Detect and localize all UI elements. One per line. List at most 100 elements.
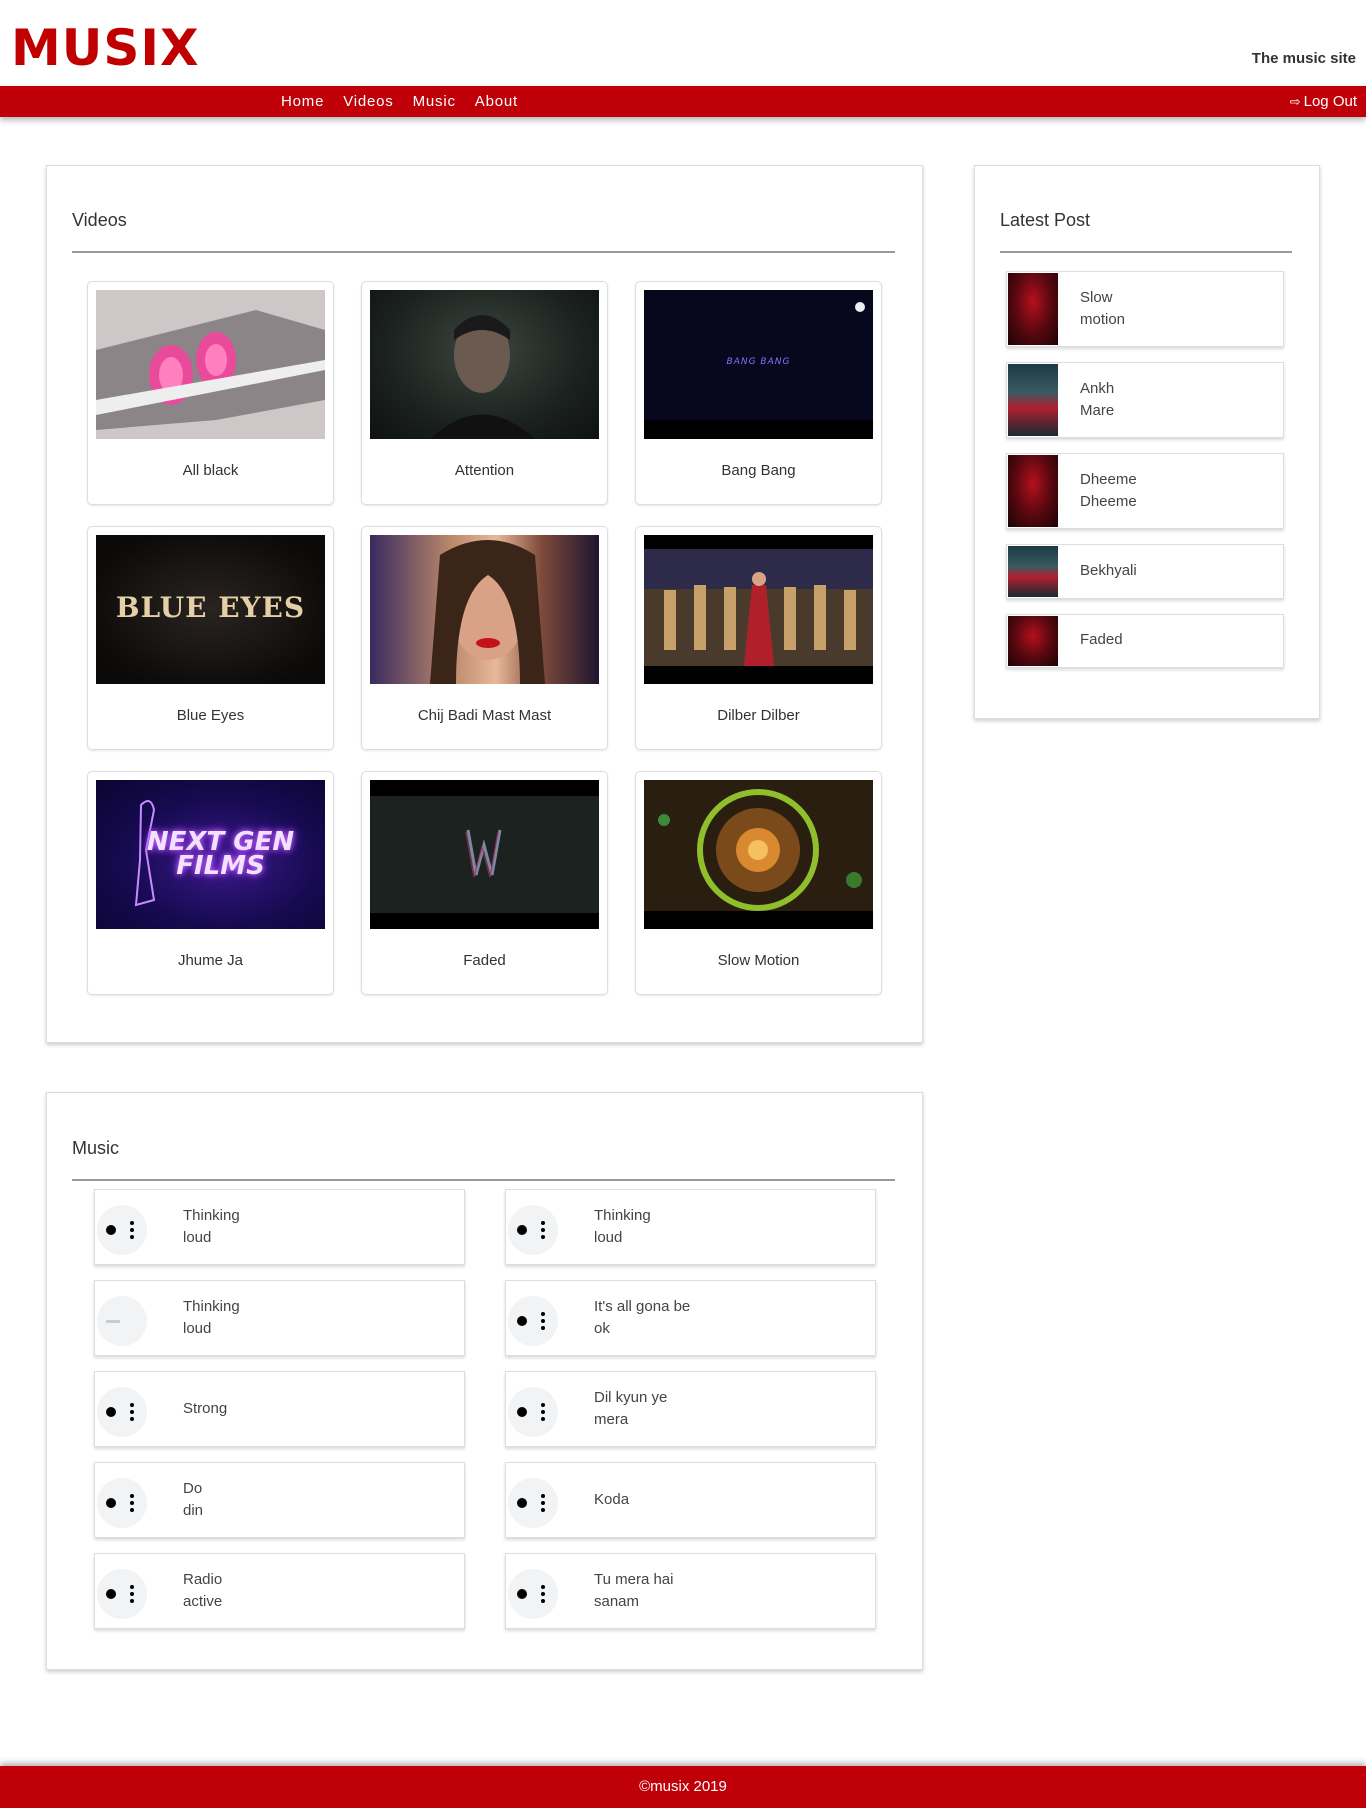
video-label: Slow Motion bbox=[717, 952, 800, 969]
video-card[interactable]: Slow Motion bbox=[635, 771, 882, 995]
more-options-icon[interactable] bbox=[541, 1585, 545, 1603]
music-label: Strong bbox=[183, 1400, 228, 1417]
site-logo[interactable]: MUSIX bbox=[11, 18, 200, 78]
more-options-icon[interactable] bbox=[541, 1403, 545, 1421]
play-icon[interactable] bbox=[517, 1225, 527, 1235]
music-item: Strong bbox=[94, 1371, 465, 1447]
logout-label: Log Out bbox=[1303, 93, 1357, 110]
video-card[interactable]: Attention bbox=[361, 281, 608, 505]
video-thumb-text: BANG BANG bbox=[726, 357, 791, 367]
logout-icon: ⇨ bbox=[1289, 94, 1301, 109]
video-card[interactable]: Faded bbox=[361, 771, 608, 995]
video-card[interactable]: NEXT GEN FILMS Jhume Ja bbox=[87, 771, 334, 995]
video-thumbnail[interactable] bbox=[644, 780, 873, 929]
music-item: Thinking loud bbox=[94, 1280, 465, 1356]
post-thumbnail bbox=[1008, 273, 1058, 345]
post-thumbnail bbox=[1008, 455, 1058, 527]
video-thumbnail[interactable] bbox=[370, 780, 599, 929]
audio-player[interactable] bbox=[97, 1205, 147, 1255]
post-thumbnail bbox=[1008, 546, 1058, 597]
latest-post-item[interactable]: Ankh Mare bbox=[1006, 362, 1284, 438]
video-thumbnail[interactable] bbox=[96, 290, 325, 439]
play-icon[interactable] bbox=[517, 1316, 527, 1326]
audio-player[interactable] bbox=[97, 1387, 147, 1437]
play-icon[interactable] bbox=[106, 1225, 116, 1235]
video-label: All black bbox=[182, 462, 239, 479]
videos-divider bbox=[72, 251, 895, 253]
nav-home[interactable]: Home bbox=[281, 86, 324, 117]
music-item: Koda bbox=[505, 1462, 876, 1538]
video-card[interactable]: All black bbox=[87, 281, 334, 505]
play-icon[interactable] bbox=[106, 1498, 116, 1508]
audio-player[interactable] bbox=[508, 1205, 558, 1255]
play-icon[interactable] bbox=[517, 1589, 527, 1599]
nav-videos[interactable]: Videos bbox=[343, 86, 393, 117]
post-label: Slow motion bbox=[1080, 289, 1126, 328]
latest-post-item[interactable]: Slow motion bbox=[1006, 271, 1284, 347]
video-label: Faded bbox=[463, 952, 506, 969]
more-options-icon[interactable] bbox=[130, 1403, 134, 1421]
music-divider bbox=[72, 1179, 895, 1181]
audio-player[interactable] bbox=[97, 1569, 147, 1619]
post-label: Dheeme Dheeme bbox=[1080, 471, 1137, 510]
logout-button[interactable]: ⇨ Log Out bbox=[1290, 86, 1357, 117]
play-icon[interactable] bbox=[106, 1407, 116, 1417]
video-thumbnail[interactable] bbox=[644, 535, 873, 684]
video-card[interactable]: Dilber Dilber bbox=[635, 526, 882, 750]
play-icon[interactable] bbox=[106, 1589, 116, 1599]
video-card[interactable]: BLUE EYES Blue Eyes bbox=[87, 526, 334, 750]
more-options-icon[interactable] bbox=[130, 1585, 134, 1603]
post-thumbnail bbox=[1008, 616, 1058, 666]
nav-music[interactable]: Music bbox=[413, 86, 456, 117]
music-label: Dil kyun ye mera bbox=[594, 1389, 668, 1428]
play-icon[interactable] bbox=[517, 1498, 527, 1508]
video-thumbnail[interactable]: BANG BANG bbox=[644, 290, 873, 439]
post-thumbnail bbox=[1008, 364, 1058, 436]
play-icon[interactable] bbox=[517, 1407, 527, 1417]
video-thumbnail[interactable] bbox=[370, 535, 599, 684]
music-label: Thinking loud bbox=[183, 1298, 240, 1337]
more-options-icon[interactable] bbox=[541, 1221, 545, 1239]
video-thumb-text: BLUE EYES bbox=[115, 591, 306, 624]
audio-player[interactable] bbox=[97, 1296, 147, 1346]
video-card[interactable]: BANG BANG Bang Bang bbox=[635, 281, 882, 505]
music-label: Do din bbox=[183, 1480, 204, 1519]
video-thumbnail[interactable]: BLUE EYES bbox=[96, 535, 325, 684]
music-label: It's all gona be ok bbox=[594, 1298, 691, 1337]
post-label: Ankh Mare bbox=[1080, 380, 1115, 419]
audio-player[interactable] bbox=[508, 1569, 558, 1619]
latest-post-item[interactable]: Dheeme Dheeme bbox=[1006, 453, 1284, 529]
footer: ©musix 2019 bbox=[0, 1766, 1366, 1808]
more-options-icon[interactable] bbox=[130, 1494, 134, 1512]
video-thumb-text: NEXT GEN FILMS bbox=[146, 827, 295, 881]
video-thumbnail[interactable]: NEXT GEN FILMS bbox=[96, 780, 325, 929]
latest-post-item[interactable]: Bekhyali bbox=[1006, 544, 1284, 599]
latest-post-title: Latest Post bbox=[1000, 210, 1091, 230]
more-options-icon[interactable] bbox=[541, 1494, 545, 1512]
video-label: Jhume Ja bbox=[177, 952, 244, 969]
loading-bar-icon bbox=[106, 1320, 120, 1323]
copyright-text: ©musix 2019 bbox=[639, 1778, 727, 1795]
more-options-icon[interactable] bbox=[130, 1221, 134, 1239]
audio-player[interactable] bbox=[508, 1387, 558, 1437]
video-card[interactable]: Chij Badi Mast Mast bbox=[361, 526, 608, 750]
music-item: Dil kyun ye mera bbox=[505, 1371, 876, 1447]
music-item: Thinking loud bbox=[94, 1189, 465, 1265]
videos-title: Videos bbox=[72, 210, 127, 230]
post-label: Faded bbox=[1080, 631, 1123, 648]
more-options-icon[interactable] bbox=[541, 1312, 545, 1330]
audio-player[interactable] bbox=[508, 1478, 558, 1528]
video-label: Blue Eyes bbox=[176, 707, 245, 724]
video-thumbnail[interactable] bbox=[370, 290, 599, 439]
latest-post-item[interactable]: Faded bbox=[1006, 614, 1284, 668]
music-label: Radio active bbox=[183, 1571, 223, 1610]
music-item: Thinking loud bbox=[505, 1189, 876, 1265]
music-title: Music bbox=[72, 1138, 120, 1158]
navbar: Home Videos Music About ⇨ Log Out bbox=[0, 86, 1366, 117]
audio-player[interactable] bbox=[97, 1478, 147, 1528]
nav-about[interactable]: About bbox=[475, 86, 518, 117]
music-label: Koda bbox=[594, 1491, 630, 1508]
audio-player[interactable] bbox=[508, 1296, 558, 1346]
latest-post-divider bbox=[1000, 251, 1292, 253]
music-item: Tu mera hai sanam bbox=[505, 1553, 876, 1629]
